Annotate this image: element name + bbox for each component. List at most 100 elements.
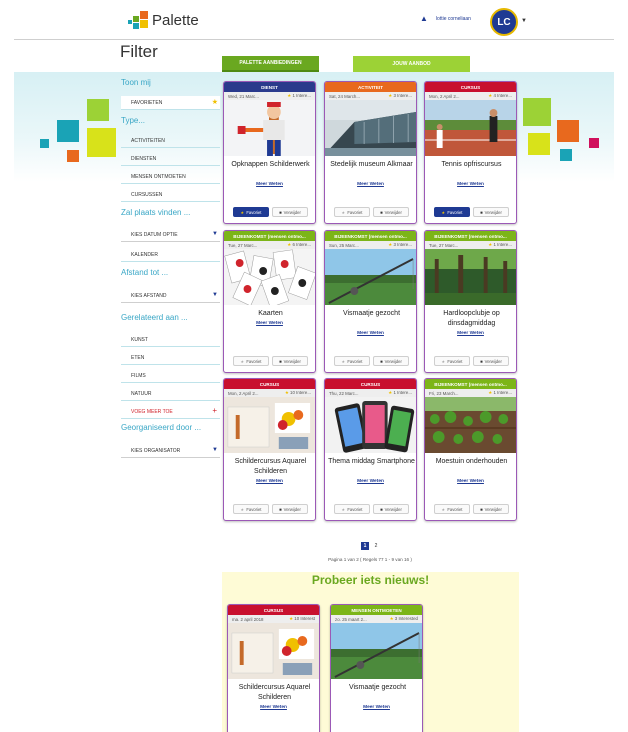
- favorite-button[interactable]: ★ Favoriet: [233, 356, 269, 366]
- try-card[interactable]: CURSUS ma. 2 april 2018 ★ 10 Interest Schil…: [227, 604, 320, 732]
- offer-card[interactable]: CURSUS Mon, 2 April 2... ★ 4 Intere... Tenn…: [424, 81, 517, 224]
- favorite-button[interactable]: ★ Favoriet: [434, 504, 470, 514]
- page-1-button[interactable]: 1: [361, 542, 369, 550]
- related-food[interactable]: ETEN: [121, 351, 220, 365]
- offer-card[interactable]: CURSUS Thu, 22 Marc... ★ 1 Intere... Thema …: [324, 378, 417, 521]
- type-services[interactable]: DIENSTEN: [121, 152, 220, 166]
- offer-card[interactable]: BIJEENKOMST (mensen ontmo... Tue, 27 Marc…: [223, 230, 316, 373]
- remove-button[interactable]: ■ Verwijder: [473, 356, 509, 366]
- trash-icon: ■: [279, 209, 282, 215]
- more-info-link[interactable]: Meer Weten: [224, 321, 315, 326]
- related-nature[interactable]: NATUUR: [121, 387, 220, 401]
- card-image[interactable]: [228, 623, 319, 679]
- card-actions: ★ Favoriet ■ Verwijder: [233, 356, 308, 366]
- event-date: Thu, 22 Marc...: [329, 390, 359, 396]
- favorite-button[interactable]: ★ Favoriet: [434, 207, 470, 217]
- bell-icon[interactable]: ▲: [420, 14, 428, 23]
- type-activities[interactable]: ACTIVITEITEN: [121, 134, 220, 148]
- user-name[interactable]: lottie corneliaan: [436, 16, 471, 22]
- avatar[interactable]: LC: [490, 8, 518, 36]
- sidebar-favorites[interactable]: FAVORIETEN ★: [121, 96, 220, 110]
- card-meta: Mon, 2 April 2... ★ 10 Intere...: [224, 389, 315, 397]
- more-info-link[interactable]: Meer Weten: [331, 705, 422, 710]
- card-title: Stedelijk museum Alkmaar: [330, 161, 413, 168]
- favorite-button[interactable]: ★ Favoriet: [334, 356, 370, 366]
- category-badge: CURSUS: [425, 82, 516, 92]
- type-courses[interactable]: CURSUSSEN: [121, 188, 220, 202]
- remove-button[interactable]: ■ Verwijder: [272, 207, 308, 217]
- card-actions: ★ Favoriet ■ Verwijder: [233, 207, 308, 217]
- favorite-button[interactable]: ★ Favoriet: [334, 207, 370, 217]
- card-image[interactable]: [325, 100, 416, 156]
- remove-button[interactable]: ■ Verwijder: [373, 356, 409, 366]
- organiser-select[interactable]: KIES ORGANISATOR ▼: [121, 444, 220, 458]
- tab-your-offers[interactable]: JOUW AANBOD: [353, 56, 470, 72]
- more-info-link[interactable]: Meer Weten: [224, 182, 315, 187]
- card-image[interactable]: [425, 100, 516, 156]
- add-more-related[interactable]: VOEG MEER TOE +: [121, 405, 220, 419]
- calendar-option[interactable]: KALENDER: [121, 248, 220, 262]
- favorite-button[interactable]: ★ Favoriet: [434, 356, 470, 366]
- offer-card[interactable]: DIENST Wed, 21 Marc... ★ 1 Intere... Opknap…: [223, 81, 316, 224]
- trash-icon: ■: [380, 209, 383, 215]
- favorite-label: Favoriet: [246, 209, 262, 215]
- category-badge: BIJEENKOMST (mensen ontmo...: [325, 231, 416, 241]
- card-image[interactable]: [224, 100, 315, 156]
- more-info-link[interactable]: Meer Weten: [224, 479, 315, 484]
- more-info-link[interactable]: Meer Weten: [325, 331, 416, 336]
- offer-card[interactable]: BIJEENKOMST (mensen ontmo... Sun, 25 Marc…: [324, 230, 417, 373]
- event-date: zo. 25 maart 2...: [335, 616, 367, 622]
- interest-count-text: 10 Interest: [294, 616, 315, 621]
- more-info-link[interactable]: Meer Weten: [228, 705, 319, 710]
- offer-card[interactable]: BIJEENKOMST (mensen ontmo... Fri, 23 Marc…: [424, 378, 517, 521]
- pagination-info: Pagina 1 van 2 ( Regels 77 1 - 9 van 16 …: [328, 557, 412, 562]
- star-icon: ★: [287, 242, 292, 247]
- card-image[interactable]: [425, 249, 516, 305]
- tab-palette-offers[interactable]: PALETTE AANBIEDINGEN: [222, 56, 319, 72]
- remove-button[interactable]: ■ Verwijder: [473, 207, 509, 217]
- more-info-link[interactable]: Meer Weten: [425, 331, 516, 336]
- remove-button[interactable]: ■ Verwijder: [373, 504, 409, 514]
- card-title: Hardloopclubje op dinsdagmiddag: [443, 310, 500, 327]
- page-2-button[interactable]: 2: [372, 542, 380, 550]
- card-image[interactable]: [331, 623, 422, 679]
- distance-select[interactable]: KIES AFSTAND ▼: [121, 289, 220, 303]
- try-card[interactable]: MENSEN ONTMOETEN zo. 25 maart 2... ★ 3 Int…: [330, 604, 423, 732]
- more-info-link[interactable]: Meer Weten: [425, 479, 516, 484]
- chevron-down-icon: ▼: [212, 447, 218, 453]
- header-divider: [14, 39, 614, 40]
- offer-card[interactable]: CURSUS Mon, 2 April 2... ★ 10 Intere... Sch…: [223, 378, 316, 521]
- related-films[interactable]: FILMS: [121, 369, 220, 383]
- more-info-link[interactable]: Meer Weten: [425, 182, 516, 187]
- favorite-button[interactable]: ★ Favoriet: [233, 207, 269, 217]
- card-image[interactable]: [325, 249, 416, 305]
- type-meet-people[interactable]: MENSEN ONTMOETEN: [121, 170, 220, 184]
- event-date: ma. 2 april 2018: [232, 616, 264, 622]
- remove-button[interactable]: ■ Verwijder: [473, 504, 509, 514]
- date-select[interactable]: KIES DATUM OPTIE ▼: [121, 228, 220, 242]
- interest-count-text: 1 Intere...: [292, 93, 311, 98]
- star-icon: ★: [240, 209, 245, 215]
- favorite-button[interactable]: ★ Favoriet: [233, 504, 269, 514]
- add-more-label: VOEG MEER TOE: [131, 408, 173, 415]
- remove-button[interactable]: ■ Verwijder: [373, 207, 409, 217]
- more-info-link[interactable]: Meer Weten: [325, 479, 416, 484]
- card-image[interactable]: [325, 397, 416, 453]
- card-image[interactable]: [224, 397, 315, 453]
- deco-square: [57, 120, 79, 142]
- favorite-button[interactable]: ★ Favoriet: [334, 504, 370, 514]
- card-image[interactable]: [224, 249, 315, 305]
- more-info-link[interactable]: Meer Weten: [325, 182, 416, 187]
- remove-button[interactable]: ■ Verwijder: [272, 504, 308, 514]
- card-image[interactable]: [425, 397, 516, 453]
- interest-count: ★ 1 Intere...: [488, 242, 512, 248]
- caret-down-icon[interactable]: ▼: [521, 18, 527, 24]
- related-art[interactable]: KUNST: [121, 333, 220, 347]
- distance-heading: Afstand tot ...: [121, 268, 169, 277]
- offer-card[interactable]: BIJEENKOMST (mensen ontmo... Tue, 27 Marc…: [424, 230, 517, 373]
- star-icon: ★: [240, 358, 245, 364]
- card-meta: Mon, 2 April 2... ★ 4 Intere...: [425, 92, 516, 100]
- offer-card[interactable]: ACTIVITEIT Sat, 24 March... ★ 3 Intere... S…: [324, 81, 417, 224]
- remove-button[interactable]: ■ Verwijder: [272, 356, 308, 366]
- star-icon: ★: [388, 390, 393, 395]
